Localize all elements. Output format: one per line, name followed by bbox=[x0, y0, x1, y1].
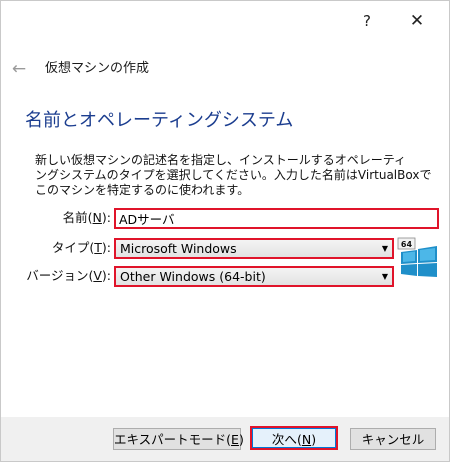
name-field[interactable] bbox=[114, 208, 439, 229]
name-label: 名前(N): bbox=[62, 210, 111, 225]
back-arrow-icon[interactable]: ← bbox=[9, 57, 29, 81]
page-title: 名前とオペレーティングシステム bbox=[25, 110, 294, 131]
type-select-value: Microsoft Windows bbox=[120, 241, 237, 256]
type-label: タイプ(T): bbox=[51, 240, 111, 255]
wizard-dialog: ? ✕ ← 仮想マシンの作成 名前とオペレーティングシステム 新しい仮想マシンの… bbox=[0, 0, 450, 462]
os-icon-badge: 64 bbox=[401, 240, 413, 249]
description-line: 新しい仮想マシンの記述名を指定し、インストールするオペレーティ bbox=[35, 153, 407, 167]
version-select[interactable]: Other Windows (64-bit) ▼ bbox=[114, 266, 394, 287]
help-button[interactable]: ? bbox=[357, 11, 377, 31]
name-input[interactable] bbox=[119, 210, 429, 227]
expert-mode-button[interactable]: エキスパートモード(E) bbox=[113, 428, 244, 450]
wizard-nav: ← 仮想マシンの作成 bbox=[1, 57, 449, 85]
next-button[interactable]: 次へ(N) bbox=[250, 426, 338, 450]
chevron-down-icon: ▼ bbox=[381, 272, 388, 281]
wizard-title: 仮想マシンの作成 bbox=[45, 61, 150, 76]
chevron-down-icon: ▼ bbox=[381, 244, 388, 253]
page-description: 新しい仮想マシンの記述名を指定し、インストールするオペレーティ ングシステムのタ… bbox=[35, 153, 435, 198]
description-line: ングシステムのタイプを選択してください。入力した名前はVirtualBoxで bbox=[35, 168, 432, 182]
version-select-value: Other Windows (64-bit) bbox=[120, 269, 266, 284]
description-line: このマシンを特定するのに使われます。 bbox=[35, 183, 250, 197]
title-bar: ? ✕ bbox=[1, 1, 449, 41]
windows-64bit-icon: 64 bbox=[397, 237, 439, 277]
close-button[interactable]: ✕ bbox=[403, 10, 431, 32]
button-bar: エキスパートモード(E) 次へ(N) キャンセル bbox=[1, 417, 449, 461]
type-select[interactable]: Microsoft Windows ▼ bbox=[114, 238, 394, 259]
cancel-button[interactable]: キャンセル bbox=[350, 428, 436, 450]
version-label: バージョン(V): bbox=[26, 268, 111, 283]
